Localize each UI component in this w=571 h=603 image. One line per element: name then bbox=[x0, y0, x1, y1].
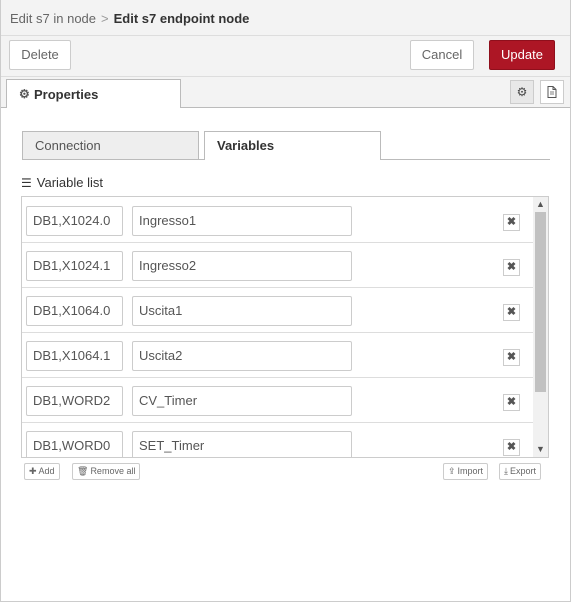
close-icon: ✖ bbox=[506, 351, 517, 363]
close-icon: ✖ bbox=[506, 441, 517, 453]
edit-node-dialog: Edit s7 in node > Edit s7 endpoint node De… bbox=[0, 0, 571, 602]
list-item: DB1,WORD2 CV_Timer ✖ bbox=[22, 377, 534, 423]
close-icon: ✖ bbox=[506, 261, 517, 273]
remove-row-button[interactable]: ✖ bbox=[503, 214, 520, 231]
variable-name-input[interactable]: Ingresso1 bbox=[132, 206, 352, 236]
document-icon bbox=[547, 86, 557, 98]
remove-row-button[interactable]: ✖ bbox=[503, 439, 520, 456]
tab-connection[interactable]: Connection bbox=[22, 131, 199, 159]
scroll-down-icon[interactable]: ▼ bbox=[533, 442, 548, 457]
tab-properties-label: Properties bbox=[34, 87, 99, 102]
list-item: DB1,X1064.0 Uscita1 ✖ bbox=[22, 287, 534, 333]
list-scrollbar[interactable]: ▲ ▼ bbox=[533, 197, 548, 457]
remove-row-button[interactable]: ✖ bbox=[503, 394, 520, 411]
cancel-button[interactable]: Cancel bbox=[410, 40, 474, 70]
list-item: DB1,X1024.0 Ingresso1 ✖ bbox=[22, 197, 534, 243]
download-icon: ⤓ bbox=[504, 466, 508, 476]
breadcrumb: Edit s7 in node > Edit s7 endpoint node bbox=[10, 11, 249, 26]
variable-list-label: Variable list bbox=[36, 175, 103, 190]
trash-icon: 🗑 bbox=[77, 466, 89, 476]
variable-name-input[interactable]: Uscita1 bbox=[132, 296, 352, 326]
plus-icon: ✚ bbox=[29, 466, 37, 476]
remove-row-button[interactable]: ✖ bbox=[503, 259, 520, 276]
address-input[interactable]: DB1,WORD2 bbox=[26, 386, 123, 416]
list-item: DB1,X1064.1 Uscita2 ✖ bbox=[22, 332, 534, 378]
breadcrumb-parent[interactable]: Edit s7 in node bbox=[10, 11, 96, 26]
variable-list: DB1,X1024.0 Ingresso1 ✖ DB1,X1024.1 Ingr… bbox=[21, 196, 549, 458]
delete-button[interactable]: Delete bbox=[9, 40, 71, 70]
address-input[interactable]: DB1,X1064.1 bbox=[26, 341, 123, 371]
address-input[interactable]: DB1,X1024.1 bbox=[26, 251, 123, 281]
list-item: DB1,X1024.1 Ingresso2 ✖ bbox=[22, 242, 534, 288]
title-bar: Edit s7 in node > Edit s7 endpoint node bbox=[1, 0, 570, 36]
address-input[interactable]: DB1,X1024.0 bbox=[26, 206, 123, 236]
dialog-toolbar: Delete Cancel Update bbox=[1, 36, 570, 77]
close-icon: ✖ bbox=[506, 216, 517, 228]
list-item: DB1,WORD0 SET_Timer ✖ bbox=[22, 422, 534, 457]
gear-icon: ⚙ bbox=[516, 85, 528, 99]
node-settings-button[interactable]: ⚙ bbox=[510, 80, 534, 104]
export-label: Export bbox=[509, 466, 536, 476]
variable-list-heading: ☰ Variable list bbox=[21, 175, 103, 190]
update-button[interactable]: Update bbox=[489, 40, 555, 70]
page-title: Edit s7 endpoint node bbox=[113, 11, 250, 26]
remove-row-button[interactable]: ✖ bbox=[503, 304, 520, 321]
gear-icon: ⚙ bbox=[19, 87, 30, 101]
scroll-up-icon[interactable]: ▲ bbox=[533, 197, 548, 212]
remove-all-label: Remove all bbox=[90, 466, 136, 476]
remove-row-button[interactable]: ✖ bbox=[503, 349, 520, 366]
variable-name-input[interactable]: CV_Timer bbox=[132, 386, 352, 416]
inner-tabs: Connection Variables bbox=[22, 131, 550, 160]
add-variable-button[interactable]: ✚ Add bbox=[24, 463, 60, 480]
scrollbar-thumb[interactable] bbox=[535, 212, 546, 392]
variable-name-input[interactable]: Ingresso2 bbox=[132, 251, 352, 281]
close-icon: ✖ bbox=[506, 306, 517, 318]
import-button[interactable]: ⇪ Import bbox=[443, 463, 489, 480]
remove-all-button[interactable]: 🗑 Remove all bbox=[72, 463, 141, 480]
address-input[interactable]: DB1,X1064.0 bbox=[26, 296, 123, 326]
breadcrumb-separator: > bbox=[101, 11, 109, 26]
tray-tabstrip: ⚙ Properties ⚙ bbox=[1, 77, 570, 108]
variable-name-input[interactable]: Uscita2 bbox=[132, 341, 352, 371]
list-icon: ☰ bbox=[21, 176, 32, 190]
add-label: Add bbox=[38, 466, 55, 476]
import-label: Import bbox=[457, 466, 484, 476]
tab-variables[interactable]: Variables bbox=[204, 131, 381, 160]
upload-icon: ⇪ bbox=[448, 466, 456, 476]
node-description-button[interactable] bbox=[540, 80, 564, 104]
tab-properties[interactable]: ⚙ Properties bbox=[6, 79, 181, 108]
address-input[interactable]: DB1,WORD0 bbox=[26, 431, 123, 457]
variable-name-input[interactable]: SET_Timer bbox=[132, 431, 352, 457]
export-button[interactable]: ⤓ Export bbox=[499, 463, 541, 480]
close-icon: ✖ bbox=[506, 396, 517, 408]
